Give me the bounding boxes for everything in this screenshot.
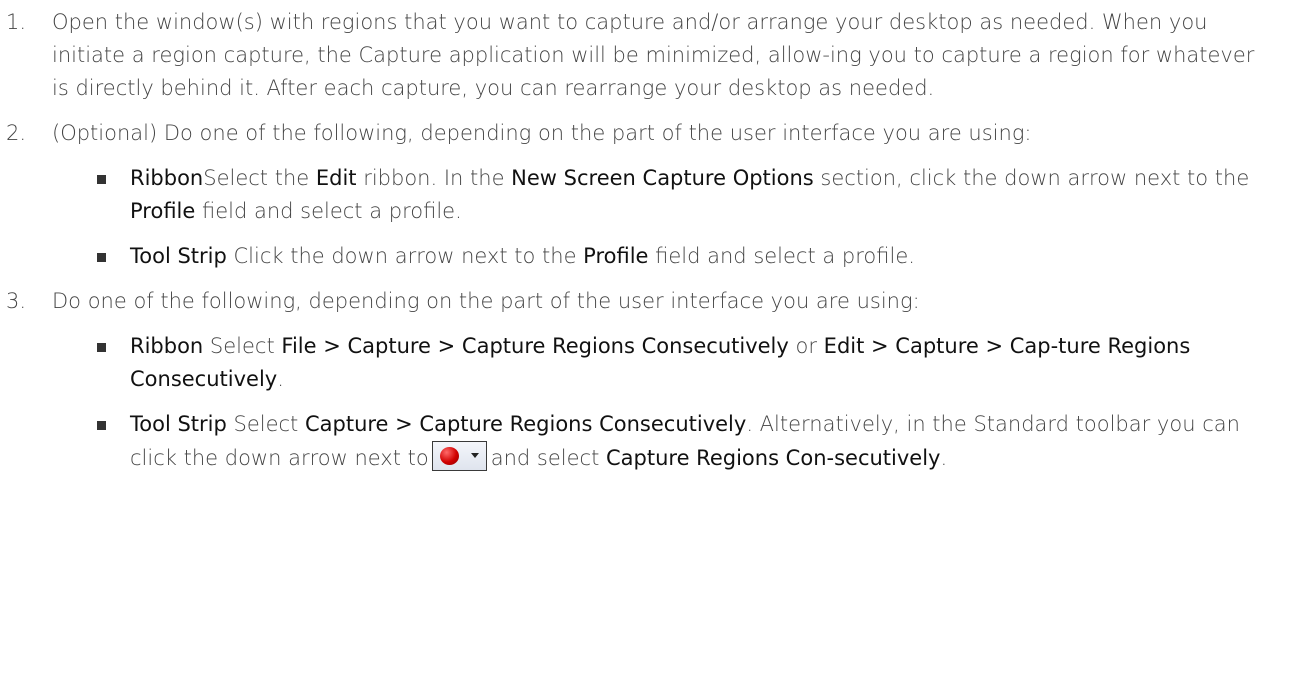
option-ribbon: RibbonSelect the Edit ribbon. In the New… (52, 162, 1277, 228)
step-3: 3. Do one of the following, depending on… (6, 285, 1277, 475)
step-2: 2. (Optional) Do one of the following, d… (6, 117, 1277, 273)
ui-term: Profile (130, 199, 196, 223)
option-label: Tool Strip (130, 412, 227, 436)
option-text: and select (490, 446, 606, 470)
option-tool-strip: Tool Strip Select Capture > Capture Regi… (52, 408, 1277, 475)
option-label: Tool Strip (130, 244, 227, 268)
ui-term: Profile (583, 244, 649, 268)
step-3-options: Ribbon Select File > Capture > Capture R… (52, 330, 1277, 475)
option-text: Click the down arrow next to the (226, 244, 584, 268)
option-text: Select (203, 334, 282, 358)
help-document: 1. Open the window(s) with regions that … (0, 0, 1297, 687)
option-text: ribbon. In the (356, 166, 512, 190)
step-number: 2. (6, 121, 27, 145)
option-text: Select (226, 412, 305, 436)
option-text: Select the (203, 166, 316, 190)
step-text: Do one of the following, depending on th… (52, 289, 920, 313)
option-tool-strip: Tool Strip Click the down arrow next to … (52, 240, 1277, 273)
option-text: section, click the down arrow next to th… (813, 166, 1250, 190)
bullet-icon (97, 253, 106, 262)
step-number: 1. (6, 10, 27, 34)
option-text: field and select a profile. (195, 199, 462, 223)
ui-term: File > Capture > Capture Regions Consecu… (281, 334, 789, 358)
ui-term: Capture > Capture Regions Consecutively (304, 412, 747, 436)
option-text: or (788, 334, 824, 358)
step-number: 3. (6, 289, 27, 313)
steps-list: 1. Open the window(s) with regions that … (6, 6, 1277, 475)
step-1: 1. Open the window(s) with regions that … (6, 6, 1277, 105)
step-text: (Optional) Do one of the following, depe… (52, 121, 1032, 145)
bullet-icon (97, 175, 106, 184)
chevron-down-icon (470, 453, 479, 458)
option-text: . (940, 446, 948, 470)
step-2-options: RibbonSelect the Edit ribbon. In the New… (52, 162, 1277, 273)
option-ribbon: Ribbon Select File > Capture > Capture R… (52, 330, 1277, 396)
ui-term: Capture Regions Con-secutively (606, 446, 941, 470)
option-text: field and select a profile. (648, 244, 915, 268)
record-dropdown-icon (431, 441, 487, 471)
option-label: Ribbon (130, 166, 204, 190)
record-dot-icon (439, 447, 459, 465)
step-text: Open the window(s) with regions that you… (52, 10, 1255, 100)
bullet-icon (97, 421, 106, 430)
ui-term: Edit (315, 166, 357, 190)
ui-term: New Screen Capture Options (511, 166, 814, 190)
option-text: . (277, 367, 284, 391)
option-label: Ribbon (130, 334, 204, 358)
bullet-icon (97, 343, 106, 352)
